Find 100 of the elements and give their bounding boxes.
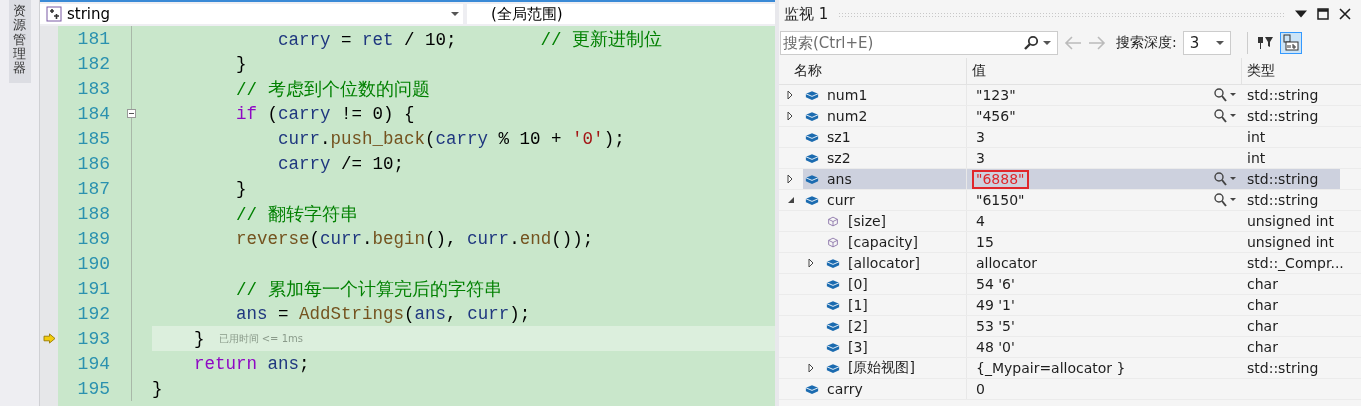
maximize-icon[interactable] (1317, 8, 1329, 20)
variable-value: "6888" (972, 169, 1029, 189)
variable-value: "123" (975, 85, 1017, 105)
expand-arrow-icon[interactable] (787, 111, 793, 121)
variable-type: char (1247, 276, 1278, 292)
visualizer-button[interactable] (1213, 193, 1237, 207)
code-line: // 考虑到个位数的问题 (235, 78, 430, 101)
field-icon (826, 278, 840, 290)
variable-name: [capacity] (848, 234, 919, 250)
variable-type: char (1247, 297, 1278, 313)
line-number: 193 (76, 328, 110, 349)
variable-value: 54 '6' (975, 274, 1016, 294)
code-line: // 累加每一个计算完后的字符串 (235, 278, 502, 301)
line-number: 186 (76, 153, 110, 174)
variable-value: 48 '0' (975, 337, 1016, 357)
variable-type: char (1247, 339, 1278, 355)
variable-name: num1 (827, 87, 868, 103)
variable-value: 3 (975, 148, 986, 168)
line-number: 191 (76, 278, 110, 299)
hex-display-toggle[interactable] (1279, 32, 1302, 54)
field-icon (826, 320, 840, 332)
column-header[interactable]: 名称 (779, 58, 966, 84)
variable-name: [3] (848, 339, 868, 355)
code-line: carry = ret / 10; // 更新进制位 (277, 28, 663, 51)
line-number: 183 (76, 78, 110, 99)
field-icon (805, 89, 819, 101)
variable-type: int (1247, 150, 1266, 166)
variable-value: 49 '1' (975, 295, 1016, 315)
code-line: } (235, 178, 247, 199)
code-line: return ans; (193, 353, 310, 374)
line-number: 195 (76, 378, 110, 399)
field-icon (826, 299, 840, 311)
variable-type: char (1247, 318, 1278, 334)
field-icon (805, 173, 819, 185)
column-header[interactable]: 类型 (1241, 58, 1336, 84)
caret-icon (451, 12, 459, 16)
variable-type: std::string (1247, 171, 1319, 187)
variable-value: "6150" (975, 190, 1026, 210)
code-line: } (193, 328, 205, 349)
field-icon (826, 362, 840, 374)
code-line: ans = AddStrings(ans, curr); (235, 303, 531, 324)
line-number: 190 (76, 253, 110, 274)
visualizer-button[interactable] (1213, 88, 1237, 102)
member-combo[interactable]: (全局范围) (467, 4, 775, 24)
code-line: // 翻转字符串 (235, 203, 358, 226)
field-icon (805, 194, 819, 206)
dropdown-icon[interactable] (1295, 8, 1307, 20)
code-line: } (235, 53, 247, 74)
collapse-arrow-icon[interactable] (787, 196, 795, 204)
variable-type: unsigned int (1247, 213, 1334, 229)
variable-type: std::_Compr... (1247, 255, 1344, 271)
close-icon[interactable] (1339, 8, 1351, 20)
code-line: carry /= 10; (277, 153, 405, 174)
class-icon (46, 6, 62, 22)
variable-name: ans (827, 171, 852, 187)
variable-name: [1] (848, 297, 868, 313)
code-line: curr.push_back(carry % 10 + '0'); (277, 128, 625, 149)
variable-value: 15 (975, 232, 995, 252)
variable-name: num2 (827, 108, 868, 124)
visualizer-button[interactable] (1213, 172, 1237, 186)
collapse-icon[interactable] (126, 109, 136, 118)
code-line: if (carry != 0) { (235, 103, 415, 124)
expand-arrow-icon[interactable] (787, 174, 793, 184)
code-line: reverse(curr.begin(), curr.end()); (235, 228, 594, 249)
variable-name: [2] (848, 318, 868, 334)
column-header[interactable]: 值 (966, 58, 1241, 84)
variable-name: [size] (848, 213, 887, 229)
variable-name: carry (827, 381, 863, 397)
field-icon (805, 131, 819, 143)
field-icon (805, 383, 819, 395)
line-number: 188 (76, 203, 110, 224)
variable-value: allocator (975, 253, 1038, 273)
timing-hint: 已用时间 <= 1ms (218, 331, 303, 346)
variable-value: 0 (975, 379, 986, 399)
line-number: 187 (76, 178, 110, 199)
expand-arrow-icon[interactable] (808, 363, 814, 373)
search-depth-combo[interactable]: 3 (1182, 31, 1231, 55)
variable-value: {_Mypair=allocator } (975, 358, 1127, 378)
variable-type: std::string (1247, 87, 1319, 103)
caret-icon (1215, 41, 1224, 45)
line-number: 194 (76, 353, 110, 374)
variable-name: sz2 (827, 150, 851, 166)
line-number: 189 (76, 228, 110, 249)
variable-type: int (1247, 129, 1266, 145)
scope-combo[interactable]: string (40, 4, 463, 24)
line-number: 192 (76, 303, 110, 324)
variable-value: 3 (975, 127, 986, 147)
variable-value: 53 '5' (975, 316, 1016, 336)
side-tab[interactable]: 资源管理器 (8, 0, 31, 84)
arrow-icon (42, 333, 56, 344)
line-number: 182 (76, 53, 110, 74)
line-number: 184 (76, 103, 110, 124)
expand-arrow-icon[interactable] (808, 258, 814, 268)
visualizer-button[interactable] (1213, 109, 1237, 123)
variable-value: "456" (975, 106, 1017, 126)
variable-type: std::string (1247, 108, 1319, 124)
expand-arrow-icon[interactable] (787, 90, 793, 100)
pin-filter-icon[interactable] (1255, 35, 1274, 51)
code-line: } (152, 378, 163, 399)
variable-name: [allocator] (848, 255, 920, 271)
